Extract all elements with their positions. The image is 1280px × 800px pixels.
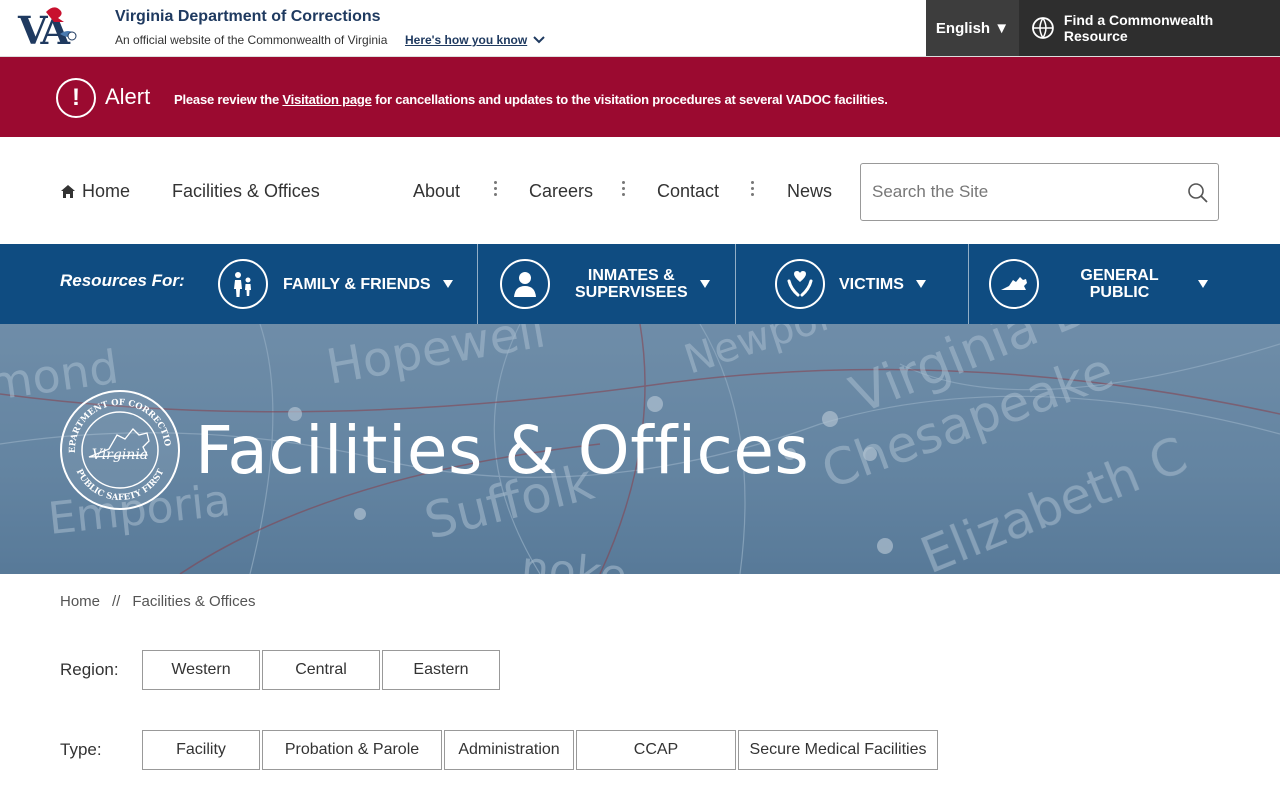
nav-news[interactable]: News [787, 181, 832, 202]
nav-divider [751, 181, 754, 197]
person-icon [500, 259, 550, 309]
department-name[interactable]: Virginia Department of Corrections [115, 8, 381, 26]
nav-home[interactable]: Home [60, 181, 130, 202]
region-label: Region: [60, 660, 119, 679]
nav-careers[interactable]: Careers [529, 181, 593, 202]
caret-down-icon [699, 280, 710, 288]
type-facility-button[interactable]: Facility [142, 730, 260, 770]
nav-divider [494, 181, 497, 197]
page-title: Facilities & Offices [195, 412, 810, 489]
resource-family-label: FAMILY & FRIENDS [283, 275, 431, 293]
resource-inmates-label: INMATES & SUPERVISEES [575, 267, 688, 301]
region-central-button[interactable]: Central [262, 650, 380, 690]
resource-inmates-line2: SUPERVISEES [575, 284, 688, 301]
region-filter: Region: Western Central Eastern [60, 650, 502, 690]
official-website-text: An official website of the Commonwealth … [115, 33, 388, 47]
nav-contact[interactable]: Contact [657, 181, 719, 202]
how-you-know-label: Here's how you know [405, 33, 528, 47]
breadcrumb-current: Facilities & Offices [132, 593, 256, 610]
alert-title: Alert [105, 84, 151, 109]
resource-general-public[interactable]: GENERAL PUBLIC [968, 244, 1208, 324]
main-navigation: Home Facilities & Offices About Careers … [0, 137, 1280, 244]
alert-banner: ! Alert Please review the Visitation pag… [0, 57, 1280, 137]
resource-public-label: GENERAL PUBLIC [1080, 267, 1159, 301]
va-logo[interactable]: VA [16, 4, 94, 48]
type-probation-parole-button[interactable]: Probation & Parole [262, 730, 442, 770]
how-you-know-link[interactable]: Here's how you know [405, 33, 545, 47]
caret-down-icon [915, 280, 926, 288]
resources-label: Resources For: [60, 271, 185, 290]
family-icon [218, 259, 268, 309]
language-label: English ▼ [935, 19, 1010, 37]
hero-banner: mond Hopewell Newport Virginia B Emporia… [0, 324, 1280, 574]
resource-victims[interactable]: VICTIMS [735, 244, 968, 324]
nav-about[interactable]: About [413, 181, 460, 202]
alert-message-prefix: Please review the [174, 92, 283, 107]
nav-facilities[interactable]: Facilities & Offices [172, 181, 320, 202]
caret-down-icon [1198, 280, 1208, 288]
top-bar: VA Virginia Department of Corrections An… [0, 0, 1280, 57]
resource-family-friends[interactable]: FAMILY & FRIENDS [218, 244, 477, 324]
search-box [860, 163, 1219, 221]
type-administration-button[interactable]: Administration [444, 730, 574, 770]
find-resource-label: Find a Commonwealth Resource [1063, 12, 1214, 44]
alert-message-suffix: for cancellations and updates to the vis… [371, 92, 888, 107]
breadcrumb-separator: // [112, 593, 121, 610]
resource-inmates-supervisees[interactable]: INMATES & SUPERVISEES [477, 244, 735, 324]
language-selector[interactable]: English ▼ [926, 0, 1019, 56]
home-icon [61, 185, 75, 198]
nav-divider [622, 181, 625, 197]
seal-center-text: Virginia [92, 447, 148, 463]
resources-bar: Resources For: FAMILY & FRIENDS INMATES … [0, 244, 1280, 324]
type-filter: Type: Facility Probation & Parole Admini… [60, 730, 940, 770]
search-icon[interactable] [1187, 182, 1209, 204]
resource-inmates-line1: INMATES & [587, 267, 675, 284]
type-ccap-button[interactable]: CCAP [576, 730, 736, 770]
resource-victims-label: VICTIMS [839, 275, 904, 293]
virginia-map-icon [989, 259, 1039, 309]
region-eastern-button[interactable]: Eastern [382, 650, 500, 690]
type-label: Type: [60, 740, 102, 759]
breadcrumb-home[interactable]: Home [60, 593, 100, 610]
alert-icon: ! [56, 78, 96, 118]
doc-seal-logo: DEPARTMENT OF CORRECTIONS PUBLIC SAFETY … [59, 389, 180, 510]
visitation-page-link[interactable]: Visitation page [282, 92, 371, 107]
find-resource-button[interactable]: Find a Commonwealth Resource [1019, 0, 1280, 56]
search-input[interactable] [862, 165, 1162, 219]
region-western-button[interactable]: Western [142, 650, 260, 690]
caret-down-icon [442, 280, 453, 288]
alert-message: Please review the Visitation page for ca… [174, 92, 888, 107]
type-secure-medical-button[interactable]: Secure Medical Facilities [738, 730, 938, 770]
nav-home-label: Home [82, 181, 131, 201]
chevron-down-icon [533, 36, 545, 44]
hands-heart-icon [775, 259, 825, 309]
breadcrumb: Home // Facilities & Offices [60, 593, 255, 610]
globe-icon [1032, 17, 1054, 39]
svg-text:VA: VA [17, 8, 71, 48]
